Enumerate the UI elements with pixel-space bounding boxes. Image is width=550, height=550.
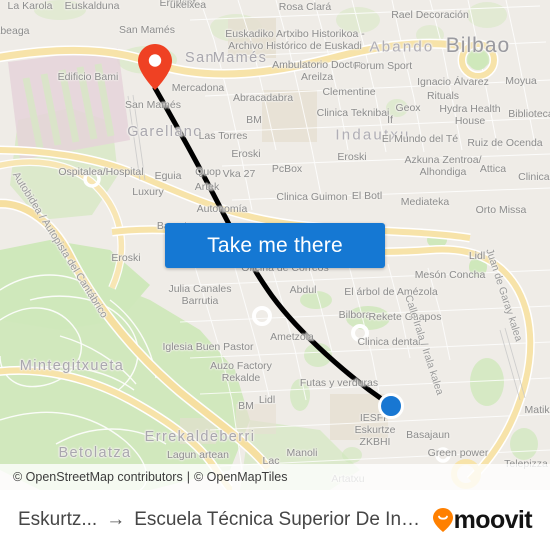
route-summary[interactable]: Eskurtz... → Escuela Técnica Superior De… bbox=[18, 509, 427, 531]
moovit-pin-icon bbox=[432, 508, 453, 532]
take-me-there-label: Take me there bbox=[207, 233, 343, 257]
openmaptiles-attribution-link[interactable]: © OpenMapTiles bbox=[194, 470, 288, 484]
moovit-map-screen: La KarolaEuskaldunaErrukiet...ukelxeaabe… bbox=[0, 0, 550, 550]
map-attribution-bar: © OpenStreetMap contributors | © OpenMap… bbox=[0, 464, 550, 490]
map-canvas[interactable]: La KarolaEuskaldunaErrukiet...ukelxeaabe… bbox=[0, 0, 550, 490]
arrow-right-icon: → bbox=[106, 509, 126, 530]
moovit-logo[interactable]: moovit bbox=[432, 505, 533, 534]
moovit-wordmark: moovit bbox=[453, 505, 533, 534]
route-destination-label: Escuela Técnica Superior De Ingenieros .… bbox=[134, 509, 426, 530]
take-me-there-button[interactable]: Take me there bbox=[165, 223, 385, 268]
destination-dot-marker[interactable] bbox=[378, 393, 404, 419]
osm-attribution-link[interactable]: © OpenStreetMap contributors bbox=[13, 470, 183, 484]
route-footer-bar: Eskurtz... → Escuela Técnica Superior De… bbox=[0, 490, 550, 550]
attribution-separator: | bbox=[186, 470, 190, 484]
route-origin-label: Eskurtz... bbox=[18, 509, 98, 530]
